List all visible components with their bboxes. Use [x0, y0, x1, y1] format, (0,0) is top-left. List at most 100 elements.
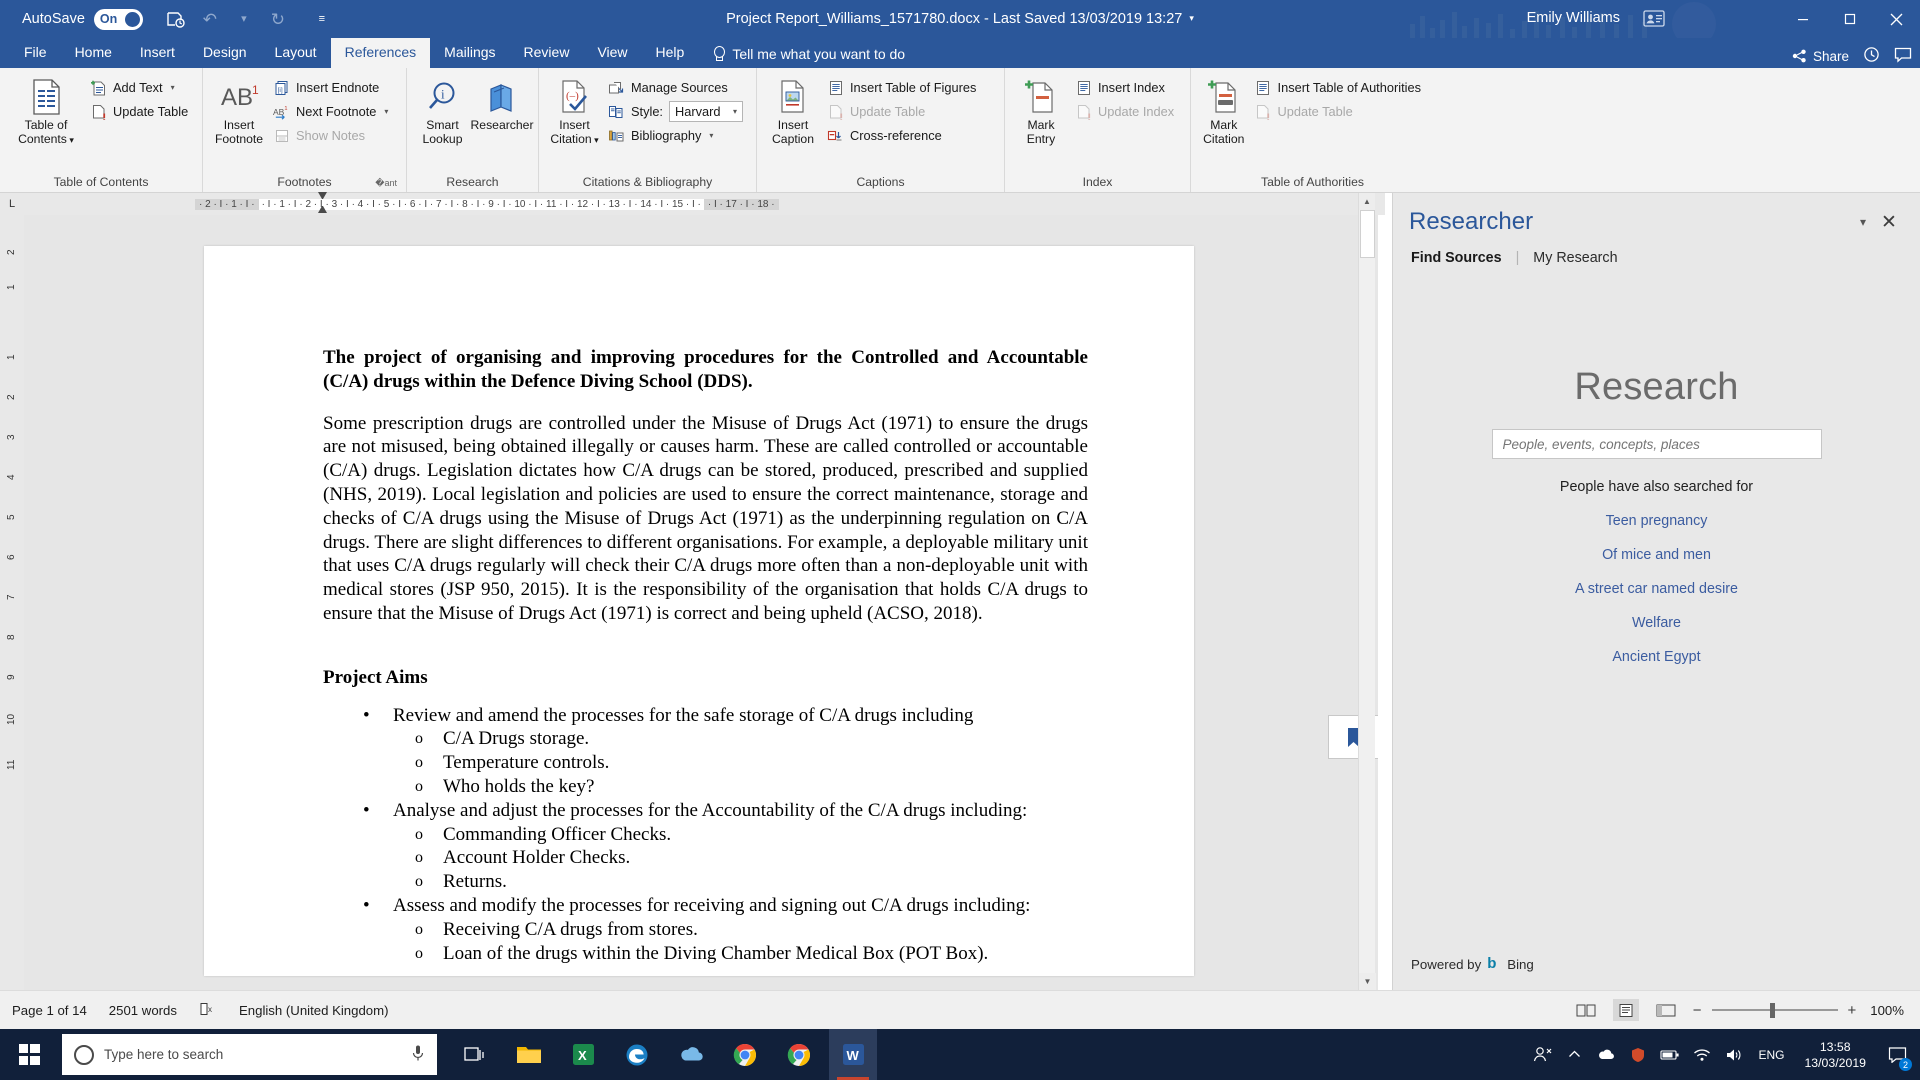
zoom-in-button[interactable]: +: [1848, 1002, 1857, 1019]
suggestion-link[interactable]: Welfare: [1393, 615, 1920, 631]
chevron-down-icon[interactable]: ▾: [67, 135, 74, 145]
show-hidden-icons-icon[interactable]: [1560, 1029, 1588, 1080]
redo-icon[interactable]: ↻: [263, 5, 293, 33]
print-layout-view-button[interactable]: [1612, 999, 1639, 1021]
zoom-out-button[interactable]: −: [1693, 1002, 1702, 1019]
suggestion-link[interactable]: A street car named desire: [1393, 581, 1920, 597]
scrollbar-thumb[interactable]: [1360, 210, 1375, 258]
page-indicator[interactable]: Page 1 of 14: [12, 1003, 87, 1018]
document-vertical-scrollbar[interactable]: ▲ ▼: [1358, 193, 1376, 990]
chevron-down-icon[interactable]: ▾: [709, 131, 713, 140]
scroll-up-button[interactable]: ▲: [1359, 193, 1375, 210]
wifi-icon[interactable]: [1688, 1029, 1716, 1080]
close-button[interactable]: [1873, 0, 1920, 38]
edge-icon[interactable]: [613, 1029, 661, 1080]
style-selector[interactable]: Style: Harvard ▾: [605, 100, 749, 123]
insert-caption-button[interactable]: Insert Caption: [764, 73, 822, 149]
suggestion-link[interactable]: Teen pregnancy: [1393, 513, 1920, 529]
microphone-icon[interactable]: [411, 1044, 425, 1065]
chrome-icon[interactable]: [721, 1029, 769, 1080]
onedrive-tray-icon[interactable]: [1592, 1029, 1620, 1080]
cross-reference-button[interactable]: Cross-reference: [824, 124, 982, 147]
pane-options-icon[interactable]: ▾: [1850, 209, 1876, 235]
read-mode-view-button[interactable]: [1573, 999, 1599, 1021]
tab-home[interactable]: Home: [61, 38, 126, 68]
battery-icon[interactable]: [1656, 1029, 1684, 1080]
tab-help[interactable]: Help: [642, 38, 699, 68]
share-button[interactable]: Share: [1792, 49, 1849, 64]
file-explorer-icon[interactable]: [505, 1029, 553, 1080]
close-icon[interactable]: ✕: [1876, 209, 1902, 235]
window-controls[interactable]: [1779, 0, 1920, 38]
taskbar-app-buttons[interactable]: X W: [451, 1029, 877, 1080]
status-bar[interactable]: Page 1 of 14 2501 words x English (Unite…: [0, 990, 1920, 1029]
insert-table-of-figures-button[interactable]: Insert Table of Figures: [824, 76, 982, 99]
insert-footnote-button[interactable]: AB 1 Insert Footnote: [210, 73, 268, 149]
word-icon[interactable]: W: [829, 1029, 877, 1080]
researcher-button[interactable]: Researcher: [471, 73, 534, 135]
language-indicator-taskbar[interactable]: ENG: [1752, 1029, 1790, 1080]
language-indicator[interactable]: English (United Kingdom): [239, 1003, 389, 1018]
customize-qat-icon[interactable]: ≡: [307, 5, 337, 33]
researcher-pane-tabs[interactable]: Find Sources | My Research: [1393, 236, 1920, 266]
update-table-toc-button[interactable]: Update Table: [87, 100, 194, 123]
research-search-input[interactable]: [1502, 436, 1811, 452]
notification-center-button[interactable]: 2: [1880, 1029, 1914, 1080]
tab-file[interactable]: File: [10, 38, 61, 68]
user-account-name[interactable]: Emily Williams: [1527, 10, 1620, 26]
save-icon[interactable]: [161, 5, 191, 33]
system-tray[interactable]: ENG 13:58 13/03/2019 2: [1528, 1029, 1920, 1080]
left-indent-marker[interactable]: [318, 206, 327, 213]
zoom-level[interactable]: 100%: [1870, 1003, 1904, 1018]
title-dropdown-icon[interactable]: ▾: [1189, 13, 1194, 23]
tab-review[interactable]: Review: [510, 38, 584, 68]
chevron-down-icon[interactable]: ▾: [171, 83, 175, 92]
ribbon-tab-strip[interactable]: File Home Insert Design Layout Reference…: [0, 38, 1920, 68]
research-search-box[interactable]: [1491, 429, 1822, 459]
tab-stop-selector[interactable]: L: [0, 193, 24, 215]
style-dropdown[interactable]: Harvard ▾: [669, 101, 743, 122]
version-history-icon[interactable]: [1863, 46, 1880, 66]
chevron-down-icon[interactable]: ▾: [384, 107, 388, 116]
autosave-control[interactable]: AutoSave On: [22, 8, 143, 30]
next-footnote-button[interactable]: AB 1 Next Footnote ▾: [270, 100, 394, 123]
onedrive-icon[interactable]: [667, 1029, 715, 1080]
excel-icon[interactable]: X: [559, 1029, 607, 1080]
undo-dropdown-icon[interactable]: ▾: [229, 5, 259, 33]
quick-access-toolbar[interactable]: ↶ ▾ ↻ ≡: [161, 5, 337, 33]
word-count[interactable]: 2501 words: [109, 1003, 177, 1018]
table-of-contents-button[interactable]: Table of Contents ▾: [7, 73, 85, 150]
bibliography-button[interactable]: Bibliography ▾: [605, 124, 749, 147]
volume-icon[interactable]: [1720, 1029, 1748, 1080]
tab-mailings[interactable]: Mailings: [430, 38, 509, 68]
task-view-icon[interactable]: [451, 1029, 499, 1080]
autosave-toggle[interactable]: On: [93, 8, 143, 30]
scroll-down-button[interactable]: ▼: [1359, 973, 1376, 990]
undo-icon[interactable]: ↶: [195, 5, 225, 33]
account-card-icon[interactable]: [1643, 9, 1665, 28]
insert-table-of-authorities-button[interactable]: Insert Table of Authorities: [1252, 76, 1427, 99]
web-layout-view-button[interactable]: [1653, 999, 1679, 1021]
mark-entry-button[interactable]: Mark Entry: [1012, 73, 1070, 149]
researcher-pane[interactable]: Researcher ▾ ✕ Find Sources | My Researc…: [1392, 193, 1920, 990]
windows-taskbar[interactable]: Type here to search X W ENG 13:58 13/03/…: [0, 1029, 1920, 1080]
insert-citation-button[interactable]: (–) Insert Citation ▾: [546, 73, 603, 150]
tab-my-research[interactable]: My Research: [1533, 250, 1617, 266]
zoom-handle[interactable]: [1769, 1003, 1775, 1018]
tab-find-sources[interactable]: Find Sources: [1411, 250, 1502, 266]
antivirus-icon[interactable]: [1624, 1029, 1652, 1080]
insert-endnote-button[interactable]: [i] Insert Endnote: [270, 76, 394, 99]
restore-button[interactable]: [1826, 0, 1873, 38]
tell-me-search[interactable]: Tell me what you want to do: [698, 41, 917, 68]
proofing-errors-icon[interactable]: x: [199, 1001, 217, 1020]
smart-lookup-button[interactable]: i Smart Lookup: [414, 73, 471, 149]
insert-index-button[interactable]: Insert Index: [1072, 76, 1180, 99]
footnotes-dialog-launcher-icon[interactable]: �ant: [375, 178, 397, 189]
chevron-down-icon[interactable]: ▾: [733, 107, 737, 116]
taskbar-clock[interactable]: 13:58 13/03/2019: [1794, 1039, 1876, 1071]
document-canvas[interactable]: The project of organising and improving …: [24, 215, 1378, 990]
tab-design[interactable]: Design: [189, 38, 261, 68]
chrome-2-icon[interactable]: [775, 1029, 823, 1080]
manage-sources-button[interactable]: Manage Sources: [605, 76, 749, 99]
tab-insert[interactable]: Insert: [126, 38, 189, 68]
